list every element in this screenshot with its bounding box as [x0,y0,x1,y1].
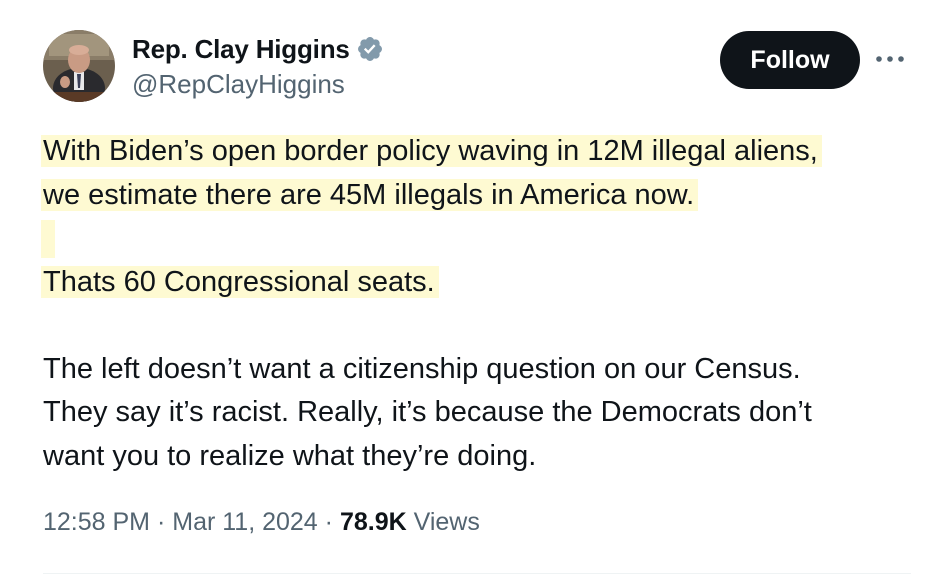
tweet-line: Thats 60 Congressional seats. [41,261,923,305]
tweet-line: With Biden’s open border policy waving i… [41,130,923,174]
highlighted-blank [41,220,55,259]
meta-separator: · [324,508,333,536]
tweet-line: we estimate there are 45M illegals in Am… [41,174,923,218]
tweet-date[interactable]: Mar 11, 2024 [172,508,317,536]
tweet-line: want you to realize what they’re doing. [43,439,537,472]
tweet-line-blank [41,217,923,261]
tweet-card: Rep. Clay Higgins @RepClayHiggins Follow… [0,0,944,586]
more-options-icon[interactable] [872,44,908,74]
tweet-line: They say it’s racist. Really, it’s becau… [43,396,812,428]
highlighted-text: Thats 60 Congressional seats. [41,265,439,298]
verified-badge-icon[interactable] [356,35,384,63]
views-label[interactable]: Views [414,508,480,536]
tweet-time[interactable]: 12:58 PM [43,508,150,536]
tweet-meta: 12:58 PM · Mar 11, 2024 · 78.9K Views [43,508,480,537]
meta-separator: · [156,508,166,536]
highlighted-text: we estimate there are 45M illegals in Am… [41,178,699,211]
views-count[interactable]: 78.9K [340,508,407,536]
highlighted-text: With Biden’s open border policy waving i… [41,135,822,167]
author-handle[interactable]: @RepClayHiggins [132,69,345,100]
tweet-text: With Biden’s open border policy waving i… [41,130,923,478]
tweet-line: The left doesn’t want a citizenship ques… [43,352,801,385]
follow-button[interactable]: Follow [720,31,860,89]
divider [43,573,911,574]
avatar[interactable] [43,30,115,102]
author-display-name[interactable]: Rep. Clay Higgins [132,34,350,65]
author-name-row: Rep. Clay Higgins [132,32,384,66]
